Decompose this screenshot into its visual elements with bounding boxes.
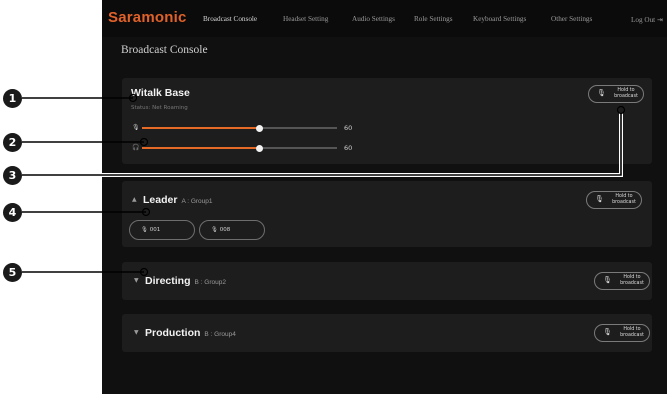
callout-target-3 [616, 105, 626, 115]
callout-badge-4: 4 [3, 203, 22, 222]
callout-line-3-halo [22, 113, 623, 177]
callout-lines [22, 93, 626, 277]
callout-badge-1: 1 [3, 89, 22, 108]
callout-line-3 [22, 113, 622, 176]
callout-badge-3: 3 [3, 166, 22, 185]
callout-badge-2: 2 [3, 133, 22, 152]
callout-badge-5: 5 [3, 263, 22, 282]
